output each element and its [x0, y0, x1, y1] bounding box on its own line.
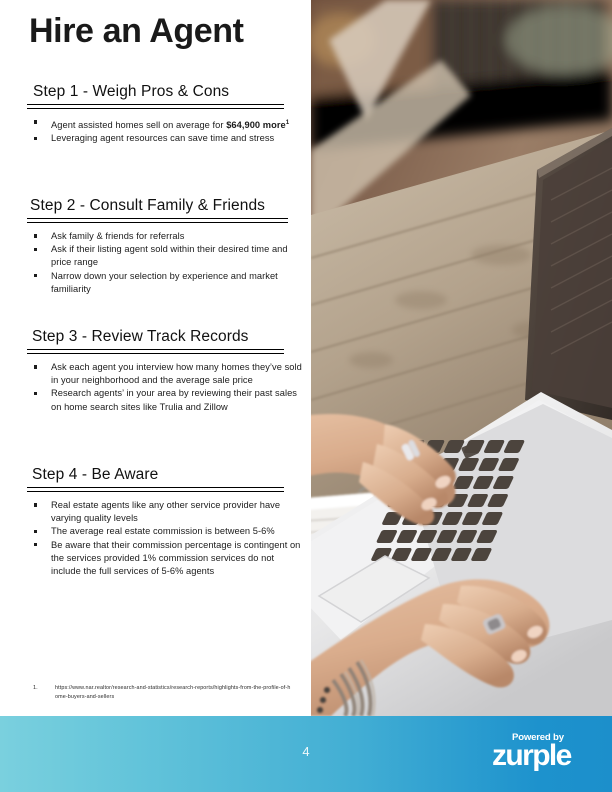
bullet-square-icon: [34, 391, 38, 396]
section-heading: Step 2 - Consult Family & Friends: [30, 197, 266, 214]
bullet-list: Real estate agents like any other servic…: [27, 499, 305, 579]
bullet-square-icon: [34, 247, 38, 251]
list-item-text: Ask family & friends for referrals: [51, 230, 185, 241]
list-item-text: Ask if their listing agent sold within t…: [51, 244, 288, 268]
page-footer: 4 Powered by zurple: [0, 716, 612, 792]
page-title: Hire an Agent: [29, 12, 244, 50]
list-item-text: Leveraging agent resources can save time…: [51, 133, 275, 144]
section-step-3: Step 3 - Review Track Records Ask each a…: [0, 328, 311, 414]
bullet-square-icon: [34, 503, 38, 507]
footnote: 1. https://www.nar.realtor/research-and-…: [0, 684, 300, 701]
list-item: The average real estate commission is be…: [27, 525, 305, 538]
list-item: Real estate agents like any other servic…: [27, 499, 305, 526]
list-item: Ask family & friends for referrals: [27, 230, 305, 243]
bullet-list: Agent assisted homes sell on average for…: [27, 116, 302, 146]
bullet-square-icon: [34, 274, 38, 278]
footnote-number: 1.: [33, 685, 38, 691]
bullet-square-icon: [34, 234, 38, 238]
section-step-2: Step 2 - Consult Family & Friends Ask fa…: [0, 197, 311, 296]
section-step-4: Step 4 - Be Aware Real estate agents lik…: [0, 466, 311, 579]
bullet-square-icon: [34, 365, 38, 369]
section-heading: Step 1 - Weigh Pros & Cons: [33, 83, 230, 100]
list-item-text: Research agents’ in your area by reviewi…: [51, 388, 297, 412]
section-heading: Step 4 - Be Aware: [32, 466, 159, 483]
bullet-square-icon: [34, 120, 38, 124]
bullet-square-icon: [34, 543, 38, 547]
list-item: Be aware that their commission percentag…: [27, 539, 305, 579]
hero-photo: [311, 0, 612, 716]
document-page: Hire an Agent Step 1 - Weigh Pros & Cons…: [0, 0, 612, 792]
list-item-text: Real estate agents like any other servic…: [51, 499, 281, 524]
content-column: Hire an Agent Step 1 - Weigh Pros & Cons…: [0, 0, 311, 716]
list-item: Narrow down your selection by experience…: [27, 270, 305, 297]
bullet-square-icon: [34, 529, 38, 534]
section-step-1: Step 1 - Weigh Pros & Cons Agent assiste…: [0, 83, 311, 146]
heading-rule: [27, 486, 284, 492]
list-item-text: The average real estate commission is be…: [51, 526, 275, 537]
brand-wordmark: zurple: [492, 739, 572, 772]
heading-rule: [27, 348, 284, 354]
list-item-text: Narrow down your selection by experience…: [51, 270, 278, 294]
list-item-text: Be aware that their commission percentag…: [51, 539, 301, 577]
heading-rule: [27, 217, 288, 223]
footnote-url[interactable]: https://www.nar.realtor/research-and-sta…: [55, 684, 293, 701]
list-item: Ask if their listing agent sold within t…: [27, 243, 305, 270]
list-item: Research agents’ in your area by reviewi…: [27, 387, 304, 414]
list-item: Agent assisted homes sell on average for…: [27, 116, 302, 132]
list-item-text: Ask each agent you interview how many ho…: [51, 361, 302, 386]
heading-rule: [27, 103, 284, 109]
zurple-logo: Powered by zurple: [492, 732, 598, 771]
list-item: Ask each agent you interview how many ho…: [27, 361, 304, 388]
bullet-list: Ask each agent you interview how many ho…: [27, 361, 304, 414]
bullet-list: Ask family & friends for referrals Ask i…: [27, 230, 305, 296]
list-item: Leveraging agent resources can save time…: [27, 132, 302, 145]
photo-illustration: [311, 0, 612, 716]
bullet-square-icon: [34, 136, 38, 140]
section-heading: Step 3 - Review Track Records: [32, 328, 249, 345]
